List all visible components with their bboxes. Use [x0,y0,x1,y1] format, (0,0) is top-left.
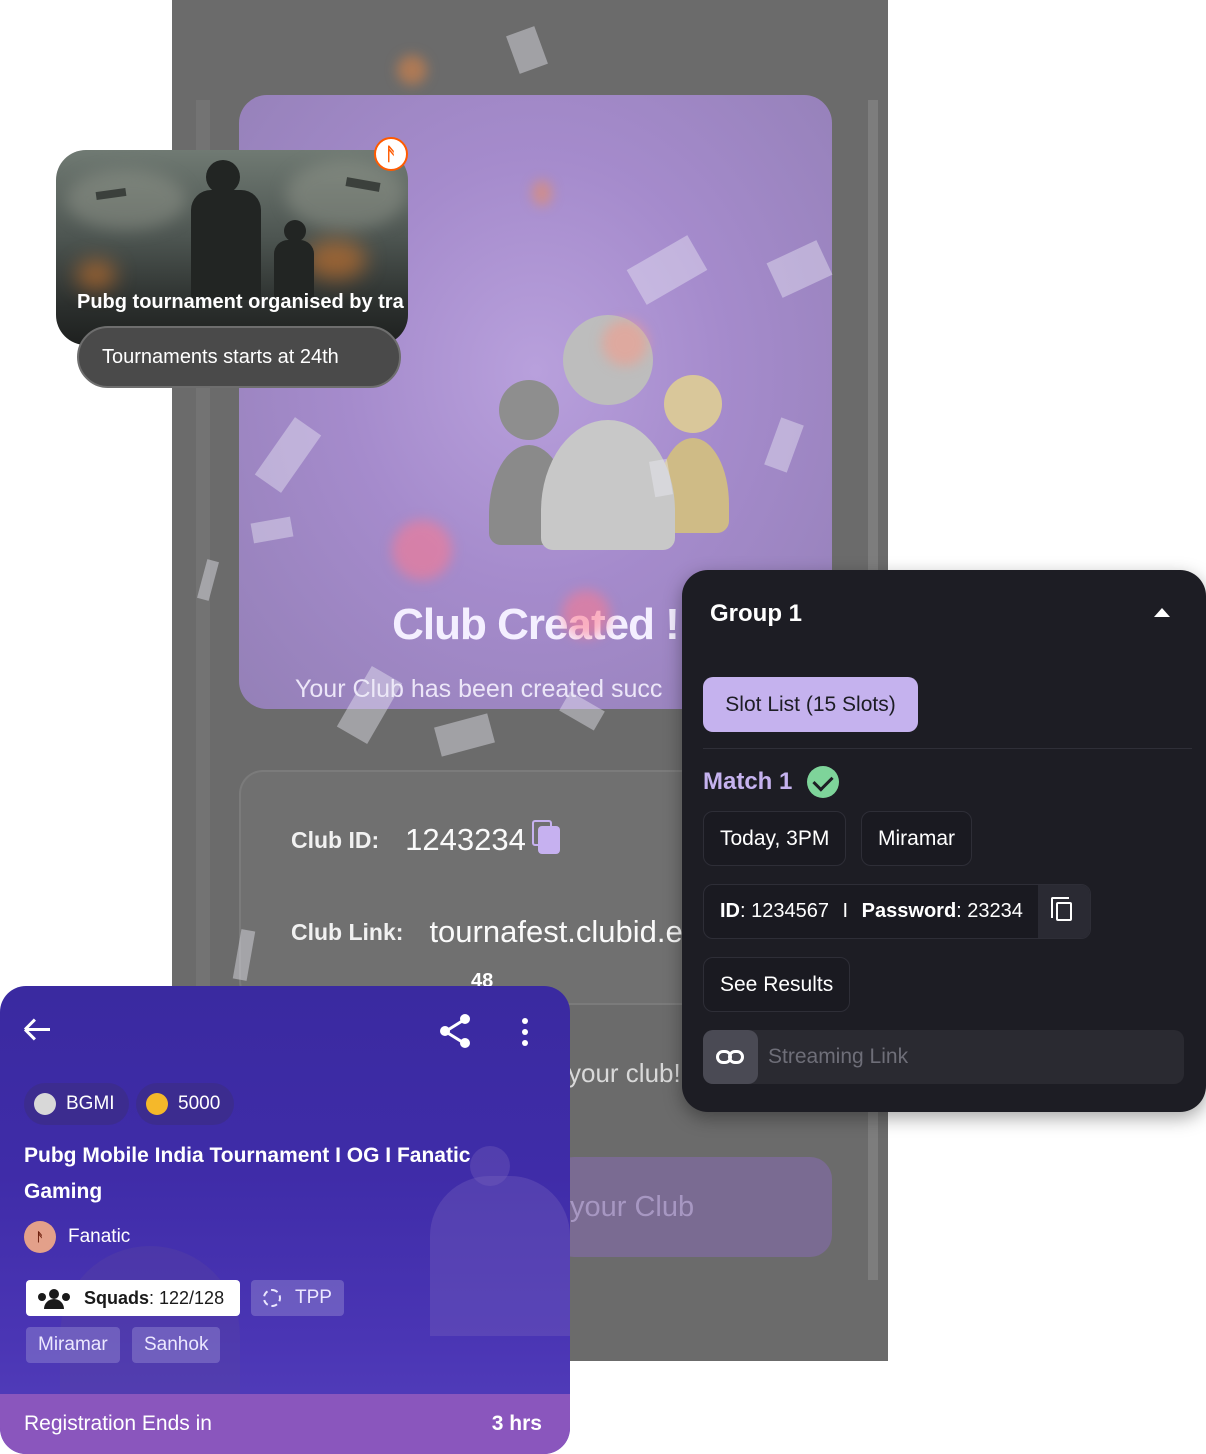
invite-text: your club! [568,1058,681,1088]
match-title: Match 1 [703,768,793,795]
credentials-separator: I [842,900,849,922]
streaming-link-input[interactable] [768,1045,1148,1069]
organizer[interactable]: ᚫ Fanatic [24,1221,130,1253]
go-to-club-label: your Club [570,1191,695,1223]
perspective-label: TPP [295,1287,332,1308]
match-map-chip: Miramar [861,811,972,866]
registration-label: Registration Ends in [24,1412,212,1435]
match-time-chip: Today, 3PM [703,811,847,866]
perspective-tag: TPP [251,1280,344,1316]
club-link-value[interactable]: tournafest.clubid.e [429,914,682,950]
confetti-blob [532,180,552,206]
group-title: Group 1 [710,600,803,627]
collapse-caret-icon[interactable] [1154,608,1170,617]
password-value: : 23234 [956,900,1023,922]
tournament-start-badge: Tournaments starts at 24th [77,326,401,388]
more-options-icon[interactable] [522,1018,530,1046]
credentials-text: ID: 1234567 I Password: 23234 [704,900,1038,923]
back-arrow-icon[interactable] [23,1016,52,1044]
fnatic-logo-icon: ᚫ [374,137,408,171]
smoke [66,170,186,230]
confetti-blob [562,590,610,638]
prize-value: 5000 [178,1093,221,1114]
organizer-avatar: ᚫ [24,1221,56,1253]
organizer-name: Fanatic [68,1226,131,1247]
confetti [434,713,495,757]
peek-number: 48 [471,970,494,986]
go-to-club-button[interactable]: your Club [552,1157,832,1257]
match-header: Match 1 [703,766,840,798]
registration-time: 3 hrs [491,1412,542,1435]
tournament-title: Pubg Mobile India Tournament I OG I Fana… [24,1144,471,1203]
confetti-blob [602,320,648,366]
soldier-head [206,160,240,194]
club-link-row: Club Link: tournafest.clubid.e [291,914,683,950]
soldier-head [284,220,306,242]
squads-badge: Squads: 122/128 [26,1280,240,1316]
see-results-button[interactable]: See Results [703,957,851,1012]
map-tag: Sanhok [132,1327,221,1363]
group-panel: Group 1 Slot List (15 Slots) Match 1 Tod… [682,570,1206,1112]
share-icon[interactable] [440,1014,472,1048]
streaming-link-field [703,1030,1184,1084]
registration-bar: Registration Ends in 3 hrs [0,1394,570,1454]
club-id-label: Club ID: [291,826,380,853]
copy-credentials-button[interactable] [1038,885,1090,938]
id-label: ID [720,900,740,922]
check-circle-icon [807,766,840,798]
promo-title: Pubg tournament organised by tra [77,291,404,313]
prize-badge: 5000 [136,1083,235,1125]
id-value: : 1234567 [740,900,829,922]
fire [76,260,116,290]
club-created-subtitle: Your Club has been created succ [295,675,663,703]
crosshair-icon [263,1289,281,1307]
copy-icon[interactable] [531,820,560,854]
group-icon [38,1289,70,1309]
confetti [506,26,548,74]
bgmi-logo-icon [34,1093,56,1115]
link-icon-button [703,1030,758,1084]
slot-list-button[interactable]: Slot List (15 Slots) [703,677,918,732]
fire [306,240,366,280]
coin-icon [146,1093,168,1115]
tournament-detail-card: BGMI 5000 Pubg Mobile India Tournament I… [0,986,570,1454]
map-tag: Miramar [26,1327,120,1363]
soldier-body [191,190,261,300]
copy-icon [1051,897,1072,921]
squads-label: Squads [84,1287,150,1308]
club-id-value: 1243234 [405,822,526,857]
tournament-promo-card[interactable]: Pubg tournament organised by tra [56,150,408,345]
password-label: Password [861,900,957,922]
link-icon [715,1050,746,1064]
club-link-label: Club Link: [291,918,404,945]
divider [703,748,1192,749]
confetti-blob [397,55,427,85]
room-credentials: ID: 1234567 I Password: 23234 [703,884,1091,939]
squads-value: : 122/128 [149,1287,225,1308]
confetti-blob [392,520,452,580]
club-id-row: Club ID: 1243234 [291,820,560,858]
game-badge: BGMI [24,1083,129,1125]
game-label: BGMI [66,1093,115,1114]
